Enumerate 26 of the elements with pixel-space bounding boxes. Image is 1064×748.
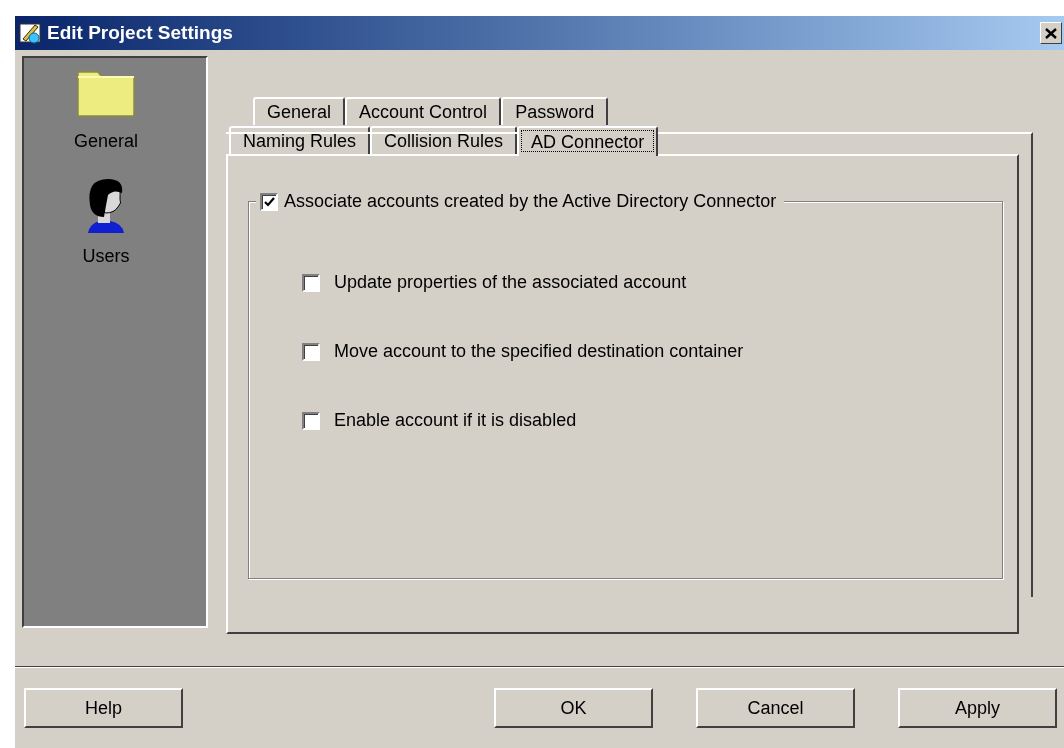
close-button[interactable]: [1040, 22, 1062, 44]
tab[interactable]: General: [253, 97, 346, 125]
checkbox[interactable]: [302, 411, 320, 430]
tab[interactable]: Collision Rules: [370, 126, 518, 154]
tab[interactable]: Account Control: [345, 97, 502, 125]
tab[interactable]: Password: [501, 97, 609, 125]
checkbox-label: Move account to the specified destination container: [334, 340, 744, 363]
sidebar-item[interactable]: General: [73, 68, 156, 155]
checkbox[interactable]: [260, 192, 278, 211]
dialog-button[interactable]: Cancel: [696, 688, 855, 728]
dialog-button[interactable]: Apply: [898, 688, 1057, 728]
checkbox-label: Enable account if it is disabled: [334, 409, 577, 432]
checkbox-label: Update properties of the associated account: [334, 271, 687, 294]
tab[interactable]: AD Connector: [517, 126, 659, 156]
settings-app-icon: [19, 21, 43, 45]
folder-icon: [76, 68, 136, 118]
window-title: Edit Project Settings: [47, 20, 233, 45]
checkbox[interactable]: [302, 342, 320, 361]
dialog-button[interactable]: Help: [24, 688, 183, 728]
close-icon: [1045, 27, 1057, 39]
checkmark-icon: [263, 196, 275, 207]
dialog-button[interactable]: OK: [494, 688, 653, 728]
checkbox[interactable]: [302, 273, 320, 292]
tab[interactable]: Naming Rules: [229, 126, 371, 154]
checkbox-label: Associate accounts created by the Active Directory Connector: [284, 190, 777, 213]
sidebar-item[interactable]: Users: [82, 177, 148, 270]
